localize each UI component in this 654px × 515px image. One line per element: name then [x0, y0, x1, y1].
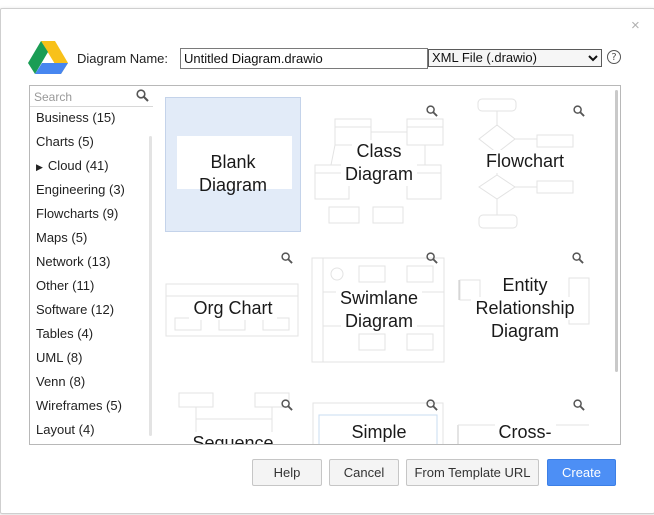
category-label: UML (8) — [36, 350, 83, 365]
template-label: Sequence — [165, 432, 301, 444]
magnifier-icon[interactable] — [426, 105, 438, 117]
diagram-name-label: Diagram Name: — [77, 51, 169, 66]
help-button[interactable]: Help — [252, 459, 322, 486]
category-label: Engineering (3) — [36, 182, 125, 197]
category-item[interactable]: Other (11) — [36, 278, 94, 293]
template-label: Flowchart — [457, 150, 593, 173]
category-item[interactable]: Venn (8) — [36, 374, 85, 389]
help-icon[interactable]: ? — [607, 50, 621, 64]
search-input[interactable]: Search — [34, 90, 72, 104]
category-item[interactable]: Engineering (3) — [36, 182, 125, 197]
template-label: Cross- — [457, 421, 593, 444]
format-select-value: XML File (.drawio) — [432, 50, 537, 65]
format-select[interactable]: XML File (.drawio) — [428, 49, 602, 67]
category-item[interactable]: Layout (4) — [36, 422, 95, 437]
magnifier-icon[interactable] — [426, 399, 438, 411]
magnifier-icon[interactable] — [572, 252, 584, 264]
category-label: Maps (5) — [36, 230, 88, 245]
diagram-name-input[interactable] — [180, 48, 428, 69]
template-label: Org Chart — [165, 297, 301, 320]
search-icon[interactable] — [136, 89, 149, 102]
template-class-diagram[interactable]: Class Diagram — [311, 97, 447, 232]
template-blank-diagram[interactable]: Blank Diagram — [165, 97, 301, 232]
category-label: Other (11) — [36, 278, 95, 293]
category-label: Cloud (41) — [47, 158, 109, 173]
template-simple[interactable]: Simple — [311, 391, 447, 444]
template-label: Entity Relationship Diagram — [457, 274, 593, 343]
template-org-chart[interactable]: Org Chart — [165, 244, 301, 379]
close-icon[interactable]: × — [631, 18, 640, 33]
magnifier-icon[interactable] — [281, 252, 293, 264]
magnifier-icon[interactable] — [573, 105, 585, 117]
from-template-url-button[interactable]: From Template URL — [406, 459, 539, 486]
google-drive-logo — [28, 41, 68, 74]
category-item[interactable]: Charts (5) — [36, 134, 94, 149]
template-label: Swimlane Diagram — [311, 287, 447, 333]
category-search[interactable]: Search — [30, 86, 154, 107]
template-swimlane-diagram[interactable]: Swimlane Diagram — [311, 244, 447, 379]
template-entity-relationship-diagram[interactable]: Entity Relationship Diagram — [457, 244, 593, 379]
cancel-button[interactable]: Cancel — [329, 459, 399, 486]
create-button[interactable]: Create — [547, 459, 616, 486]
template-label: Class Diagram — [311, 140, 447, 186]
category-item[interactable]: Business (15) — [36, 110, 115, 125]
category-scrollbar[interactable] — [149, 136, 152, 436]
category-label: Wireframes (5) — [36, 398, 122, 413]
category-item[interactable]: Software (12) — [36, 302, 114, 317]
template-grid: Blank Diagram Class Diagram Flowchart Or… — [153, 85, 621, 445]
magnifier-icon[interactable] — [281, 399, 293, 411]
category-label: Software (12) — [36, 302, 115, 317]
category-item[interactable]: UML (8) — [36, 350, 82, 365]
category-label: Business (15) — [36, 110, 116, 125]
category-label: Tables (4) — [36, 326, 94, 341]
category-label: Flowcharts (9) — [36, 206, 119, 221]
magnifier-icon[interactable] — [573, 399, 585, 411]
template-sequence[interactable]: Sequence — [165, 391, 301, 444]
template-flowchart[interactable]: Flowchart — [457, 97, 593, 232]
template-label: Simple — [311, 421, 447, 444]
category-label: Charts (5) — [36, 134, 94, 149]
category-item[interactable]: Flowcharts (9) — [36, 206, 118, 221]
template-scrollbar[interactable] — [615, 90, 618, 372]
category-label: Layout (4) — [36, 422, 95, 437]
template-label: Blank Diagram — [198, 152, 268, 195]
category-item[interactable]: ▶ Cloud (41) — [36, 158, 109, 173]
category-item[interactable]: Network (13) — [36, 254, 110, 269]
chevron-down-icon — [588, 55, 598, 62]
expand-arrow-icon[interactable]: ▶ — [36, 162, 43, 172]
category-label: Network (13) — [36, 254, 111, 269]
template-cross-functional[interactable]: Cross- — [457, 391, 593, 444]
category-item[interactable]: Maps (5) — [36, 230, 87, 245]
category-label: Venn (8) — [36, 374, 86, 389]
category-panel: Search Business (15) Charts (5) ▶ Cloud (41… — [29, 85, 155, 445]
category-item[interactable]: Wireframes (5) — [36, 398, 122, 413]
category-item[interactable]: Tables (4) — [36, 326, 93, 341]
magnifier-icon[interactable] — [426, 252, 438, 264]
